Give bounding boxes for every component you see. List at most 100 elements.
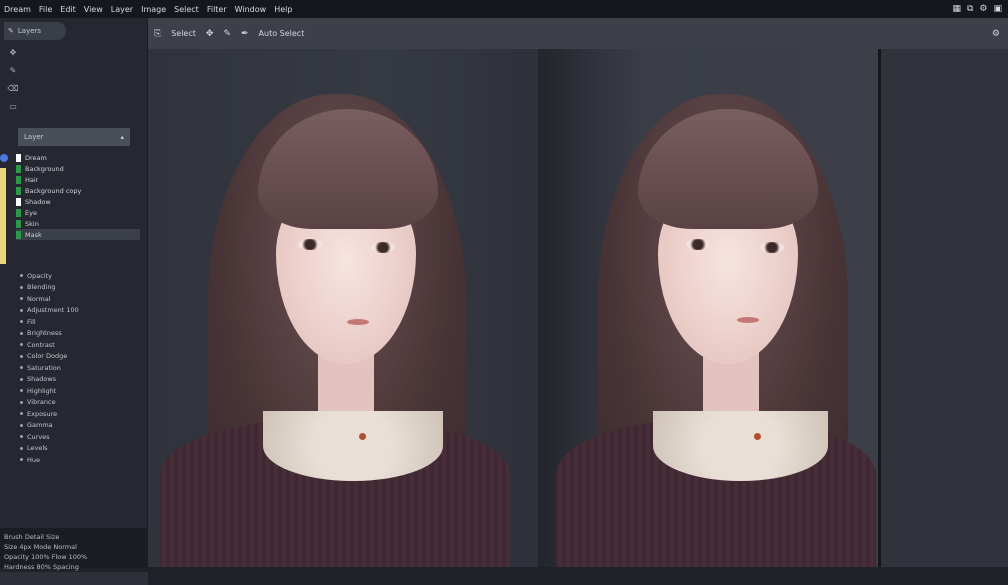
property-label: Shadows: [27, 375, 57, 384]
move-tool-icon[interactable]: ✥: [2, 48, 24, 66]
toolbar-auto-select[interactable]: Auto Select: [259, 29, 305, 38]
property-item[interactable]: Opacity: [20, 270, 140, 282]
layer-swatch: [16, 197, 21, 206]
bullet-icon: [20, 412, 23, 416]
menu-item-app[interactable]: Dream: [4, 5, 31, 14]
property-item[interactable]: Levels: [20, 443, 140, 455]
property-item[interactable]: Fill: [20, 316, 140, 328]
property-label: Opacity: [27, 271, 53, 280]
layer-label: Background: [25, 164, 64, 173]
brush-info-line: Size 4px Mode Normal: [4, 543, 77, 551]
layer-item-selected[interactable]: Mask: [16, 229, 140, 240]
eraser-tool-icon[interactable]: ⌫: [2, 84, 24, 102]
property-label: Normal: [27, 294, 51, 303]
menu-item-help[interactable]: Help: [274, 5, 292, 14]
property-item[interactable]: Color Dodge: [20, 351, 140, 363]
bullet-icon: [20, 320, 23, 324]
property-item[interactable]: Curves: [20, 431, 140, 443]
menu-bar: Dream File Edit View Layer Image Select …: [0, 0, 1008, 18]
color-picker-dot[interactable]: [0, 154, 8, 162]
bullet-icon: [20, 389, 23, 393]
menu-item-file[interactable]: File: [39, 5, 52, 14]
property-item[interactable]: Adjustment 100: [20, 305, 140, 317]
menu-item-filter[interactable]: Filter: [207, 5, 227, 14]
color-bar[interactable]: [0, 168, 6, 264]
brush-icon[interactable]: ✎: [223, 29, 231, 39]
property-item[interactable]: Blending: [20, 282, 140, 294]
menu-item-image[interactable]: Image: [141, 5, 166, 14]
layout-icon[interactable]: ▣: [993, 4, 1002, 14]
move-icon[interactable]: ✥: [206, 29, 214, 39]
menu-item-layer[interactable]: Layer: [111, 5, 133, 14]
bullet-icon: [20, 423, 23, 427]
eye-left: [686, 239, 710, 250]
layer-item[interactable]: Skin: [16, 218, 140, 229]
bullet-icon: [20, 458, 23, 462]
sidebar-tab-label: Layers: [17, 27, 42, 35]
property-item[interactable]: Hue: [20, 454, 140, 466]
property-label: Vibrance: [27, 398, 56, 407]
layer-panel-title: Layer: [24, 133, 44, 141]
property-label: Curves: [27, 432, 50, 441]
layer-item[interactable]: Hair: [16, 174, 140, 185]
property-item[interactable]: Vibrance: [20, 397, 140, 409]
settings-icon[interactable]: ⚙: [992, 29, 1008, 39]
property-item[interactable]: Gamma: [20, 420, 140, 432]
copy-icon[interactable]: ⎘: [154, 29, 161, 39]
property-label: Brightness: [27, 329, 62, 338]
bullet-icon: [20, 297, 23, 301]
settings-icon[interactable]: ⚙: [979, 4, 987, 14]
layer-item[interactable]: Dream: [16, 152, 140, 163]
layer-label: Shadow: [25, 197, 51, 206]
collapse-icon[interactable]: ▴: [120, 133, 124, 141]
layer-swatch: [16, 186, 21, 195]
property-label: Highlight: [27, 386, 57, 395]
property-item[interactable]: Shadows: [20, 374, 140, 386]
sidebar: ✎ Layers ✥ ✎ ⌫ ▭ Layer ▴ Dream Backgroun…: [0, 18, 148, 585]
bullet-icon: [20, 366, 23, 370]
menu-item-window[interactable]: Window: [235, 5, 267, 14]
window-icon[interactable]: ⧉: [967, 4, 973, 14]
property-label: Exposure: [27, 409, 58, 418]
mouth: [737, 317, 759, 323]
folder-tool-icon[interactable]: ▭: [2, 102, 24, 120]
toolbar-select[interactable]: Select: [171, 29, 196, 38]
layer-item[interactable]: Background copy: [16, 185, 140, 196]
brush-info-line: Hardness 80% Spacing: [4, 563, 79, 571]
layer-swatch: [16, 219, 21, 228]
layer-item[interactable]: Background: [16, 163, 140, 174]
brush-tool-icon[interactable]: ✎: [2, 66, 24, 84]
bullet-icon: [20, 331, 23, 335]
property-item[interactable]: Exposure: [20, 408, 140, 420]
property-item[interactable]: Contrast: [20, 339, 140, 351]
layer-item[interactable]: Eye: [16, 207, 140, 218]
bullet-icon: [20, 446, 23, 450]
property-item[interactable]: Saturation: [20, 362, 140, 374]
pen-icon[interactable]: ✒: [241, 29, 249, 39]
layer-swatch: [16, 164, 21, 173]
canvas-toolbar: ⎘ Select ✥ ✎ ✒ Auto Select ⚙: [148, 18, 1008, 49]
layer-panel-header[interactable]: Layer ▴: [18, 128, 130, 146]
layer-swatch: [16, 175, 21, 184]
layer-item[interactable]: Shadow: [16, 196, 140, 207]
brush-info-panel: Brush Detail Size Size 4px Mode Normal O…: [0, 528, 148, 571]
mouth: [347, 319, 369, 325]
layer-label: Skin: [25, 219, 39, 228]
property-item[interactable]: Highlight: [20, 385, 140, 397]
property-item[interactable]: Brightness: [20, 328, 140, 340]
grid-icon[interactable]: ▦: [952, 4, 961, 14]
eye-left: [298, 239, 322, 250]
menu-item-select[interactable]: Select: [174, 5, 199, 14]
lace-collar: [653, 411, 828, 481]
sidebar-tab-layers[interactable]: ✎ Layers: [4, 22, 66, 40]
portrait-left: [148, 49, 538, 567]
bullet-icon: [20, 354, 23, 358]
image-canvas[interactable]: [148, 49, 1008, 567]
menu-item-edit[interactable]: Edit: [60, 5, 76, 14]
property-item[interactable]: Normal: [20, 293, 140, 305]
property-label: Contrast: [27, 340, 55, 349]
layer-list: Dream Background Hair Background copy Sh…: [16, 152, 140, 240]
sidebar-status-bar: [0, 572, 148, 585]
eye-right: [371, 242, 395, 253]
menu-item-view[interactable]: View: [84, 5, 103, 14]
